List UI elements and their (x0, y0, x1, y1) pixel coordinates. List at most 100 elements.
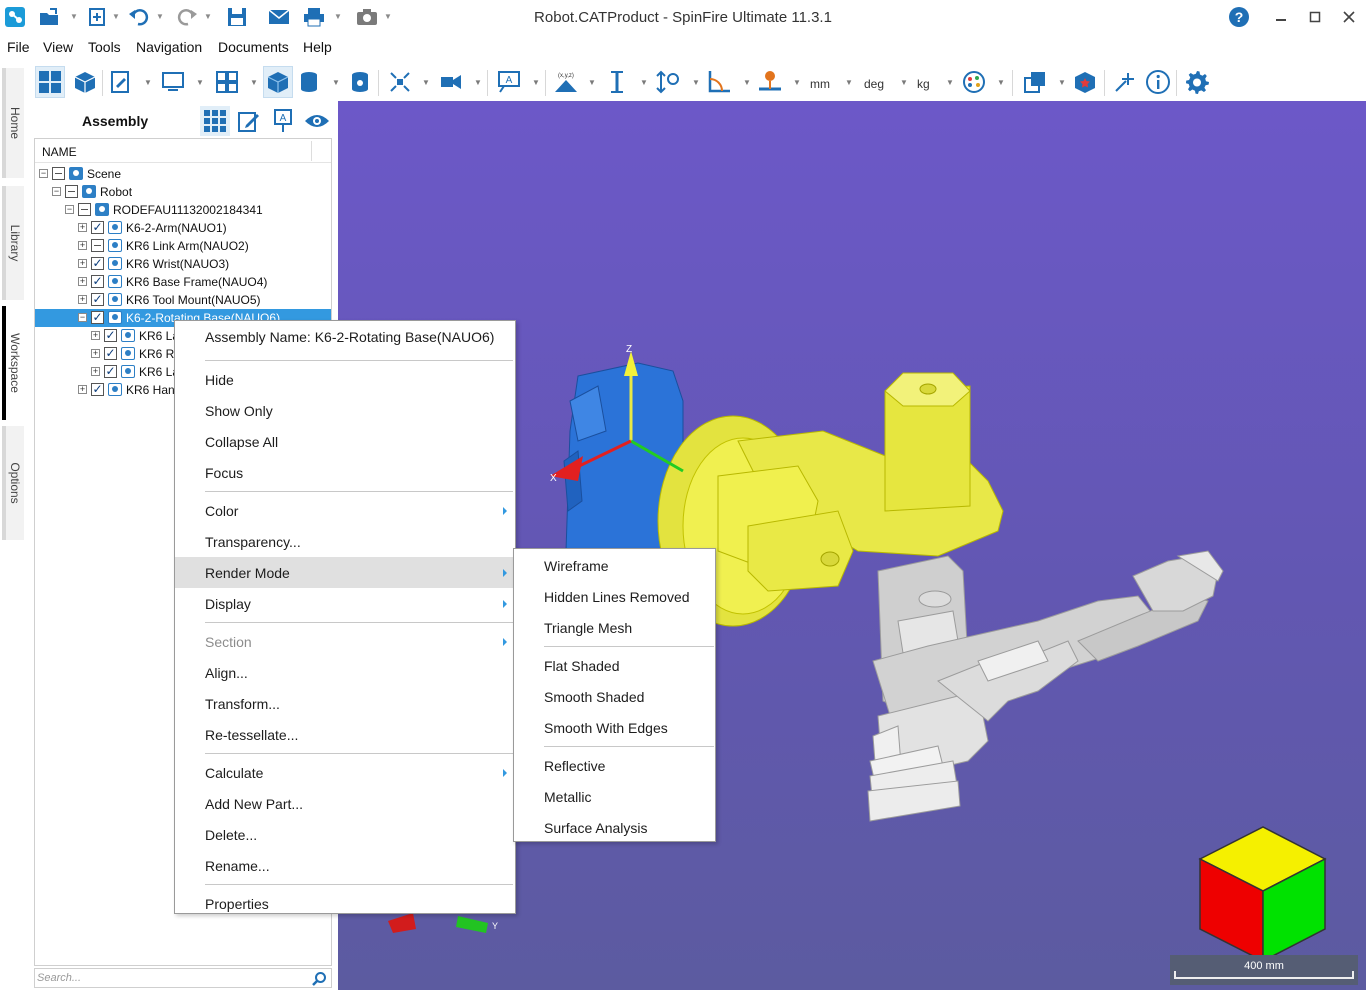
angle-icon[interactable] (704, 66, 734, 98)
expand-toggle-icon[interactable]: + (78, 295, 87, 304)
tab-library[interactable]: Library (2, 186, 24, 300)
annotation-icon[interactable]: A (494, 66, 524, 98)
search-icon[interactable] (311, 971, 327, 987)
tree-row[interactable]: + ✓ KR6 Wrist(NAUO3) (35, 255, 331, 273)
visibility-checkbox[interactable]: ✓ (91, 383, 104, 396)
display-dropdown-icon[interactable]: ▼ (196, 78, 204, 87)
maximize-button[interactable] (1300, 4, 1330, 30)
context-menu-item-collapse-all[interactable]: Collapse All (175, 426, 515, 457)
camera-dropdown-icon[interactable]: ▼ (474, 78, 482, 87)
tree-row[interactable]: − RODEFAU11132002184341 (35, 201, 331, 219)
visibility-checkbox[interactable] (78, 203, 91, 216)
context-menu-item-focus[interactable]: Focus (175, 457, 515, 488)
markup-dropdown-icon[interactable]: ▼ (144, 78, 152, 87)
collapse-toggle-icon[interactable]: − (78, 313, 87, 322)
visibility-checkbox[interactable] (65, 185, 78, 198)
context-menu-item-display[interactable]: Display (175, 588, 515, 619)
expand-toggle-icon[interactable]: + (91, 331, 100, 340)
tree-row[interactable]: − Scene (35, 165, 331, 183)
context-menu-item-re-tessellate[interactable]: Re-tessellate... (175, 719, 515, 750)
column-resize-handle[interactable] (311, 141, 312, 161)
render-mode-metallic[interactable]: Metallic (514, 781, 715, 812)
radius-dropdown-icon[interactable]: ▼ (692, 78, 700, 87)
tree-grid-icon[interactable] (200, 106, 230, 136)
text-label-icon[interactable]: A (268, 106, 298, 136)
view-cube[interactable] (1198, 826, 1327, 963)
database-settings-icon[interactable] (345, 66, 375, 98)
menu-navigation[interactable]: Navigation (136, 39, 202, 55)
settings-gear-icon[interactable] (1182, 66, 1212, 98)
context-menu-item-add-new-part[interactable]: Add New Part... (175, 788, 515, 819)
menu-help[interactable]: Help (303, 39, 332, 55)
tab-options[interactable]: Options (2, 426, 24, 540)
context-menu-item-delete[interactable]: Delete... (175, 819, 515, 850)
database-icon[interactable] (294, 66, 324, 98)
visibility-checkbox[interactable] (91, 239, 104, 252)
explode-dropdown-icon[interactable]: ▼ (422, 78, 430, 87)
layout-dropdown-icon[interactable]: ▼ (250, 78, 258, 87)
tree-row[interactable]: + ✓ K6-2-Arm(NAUO1) (35, 219, 331, 237)
context-menu-item-calculate[interactable]: Calculate (175, 757, 515, 788)
render-mode-reflective[interactable]: Reflective (514, 750, 715, 781)
mass-properties-icon[interactable] (755, 66, 785, 98)
expand-toggle-icon[interactable]: + (78, 277, 87, 286)
part-view-icon[interactable] (70, 66, 100, 98)
render-mode-smooth-shaded[interactable]: Smooth Shaded (514, 681, 715, 712)
render-mode-wireframe[interactable]: Wireframe (514, 550, 715, 581)
context-menu-item-rename[interactable]: Rename... (175, 850, 515, 881)
radius-icon[interactable] (653, 66, 683, 98)
render-mode-icon[interactable] (263, 66, 293, 98)
search-input[interactable] (37, 970, 307, 986)
tree-row[interactable]: + KR6 Link Arm(NAUO2) (35, 237, 331, 255)
database-dropdown-icon[interactable]: ▼ (332, 78, 340, 87)
tree-row[interactable]: + ✓ KR6 Base Frame(NAUO4) (35, 273, 331, 291)
distance-dropdown-icon[interactable]: ▼ (640, 78, 648, 87)
visibility-checkbox[interactable]: ✓ (104, 347, 117, 360)
context-menu-item-align[interactable]: Align... (175, 657, 515, 688)
render-mode-surface-analysis[interactable]: Surface Analysis (514, 812, 715, 843)
minimize-button[interactable] (1266, 4, 1296, 30)
render-mode-hidden-lines-removed[interactable]: Hidden Lines Removed (514, 581, 715, 612)
tree-column-header[interactable]: NAME (35, 139, 331, 163)
render-mode-triangle-mesh[interactable]: Triangle Mesh (514, 612, 715, 643)
context-menu-item-transform[interactable]: Transform... (175, 688, 515, 719)
context-menu-item-color[interactable]: Color (175, 495, 515, 526)
visibility-checkbox[interactable]: ✓ (91, 293, 104, 306)
tree-row[interactable]: + ✓ KR6 Tool Mount(NAUO5) (35, 291, 331, 309)
mass-unit[interactable]: kg (917, 77, 930, 91)
tab-home[interactable]: Home (2, 68, 24, 178)
collapse-toggle-icon[interactable]: − (65, 205, 74, 214)
expand-toggle-icon[interactable]: + (91, 349, 100, 358)
compare-icon[interactable] (1020, 66, 1050, 98)
compare-dropdown-icon[interactable]: ▼ (1058, 78, 1066, 87)
menu-file[interactable]: File (7, 39, 30, 55)
expand-toggle-icon[interactable]: + (78, 223, 87, 232)
close-button[interactable] (1334, 4, 1364, 30)
layout-grid-icon[interactable] (212, 66, 242, 98)
expand-toggle-icon[interactable]: + (78, 385, 87, 394)
color-dropdown-icon[interactable]: ▼ (997, 78, 1005, 87)
collapse-toggle-icon[interactable]: − (39, 169, 48, 178)
visibility-checkbox[interactable]: ✓ (104, 365, 117, 378)
annotation-dropdown-icon[interactable]: ▼ (532, 78, 540, 87)
distance-icon[interactable] (602, 66, 632, 98)
menu-documents[interactable]: Documents (218, 39, 289, 55)
camera-icon[interactable] (436, 66, 466, 98)
angle-unit-dropdown-icon[interactable]: ▼ (900, 78, 908, 87)
display-window-icon[interactable] (158, 66, 188, 98)
expand-toggle-icon[interactable]: + (78, 259, 87, 268)
visibility-checkbox[interactable]: ✓ (91, 275, 104, 288)
tree-row[interactable]: − Robot (35, 183, 331, 201)
angle-dropdown-icon[interactable]: ▼ (743, 78, 751, 87)
render-mode-smooth-with-edges[interactable]: Smooth With Edges (514, 712, 715, 743)
edit-note-icon[interactable] (234, 106, 264, 136)
visibility-checkbox[interactable] (52, 167, 65, 180)
visibility-eye-icon[interactable] (302, 106, 332, 136)
visibility-checkbox[interactable]: ✓ (91, 221, 104, 234)
render-mode-flat-shaded[interactable]: Flat Shaded (514, 650, 715, 681)
context-menu-item-render-mode[interactable]: Render Mode (175, 557, 515, 588)
help-icon[interactable]: ? (1224, 4, 1254, 30)
visibility-checkbox[interactable]: ✓ (91, 311, 104, 324)
context-menu-item-hide[interactable]: Hide (175, 364, 515, 395)
search-box[interactable] (34, 968, 332, 988)
